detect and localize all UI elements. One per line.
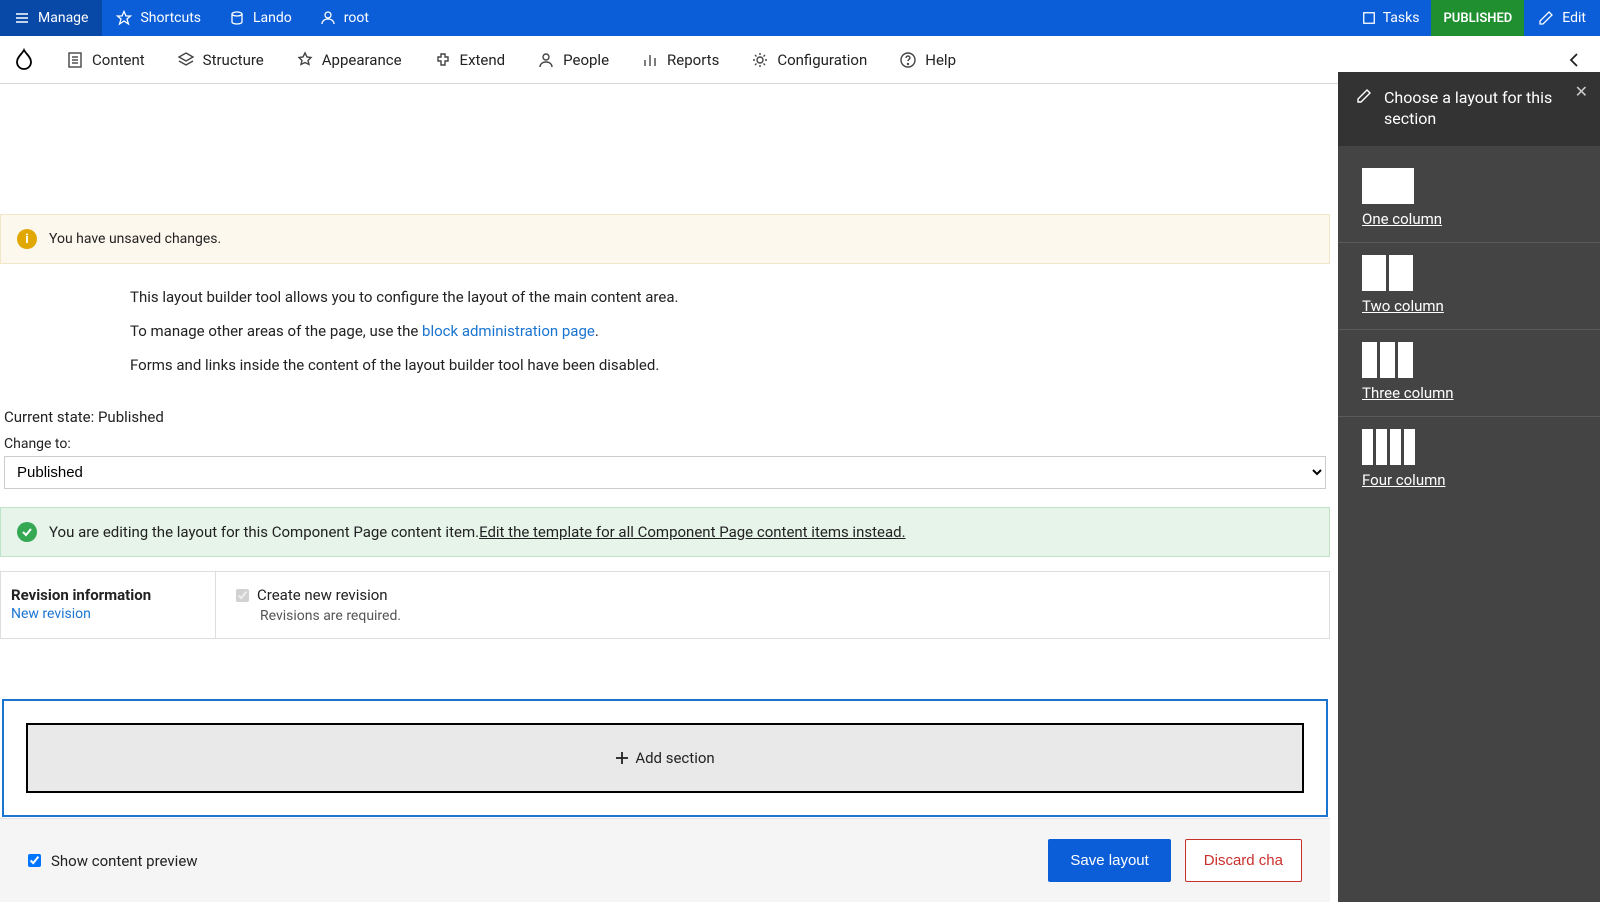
block-admin-link[interactable]: block administration page <box>422 322 595 340</box>
puzzle-icon <box>434 51 452 69</box>
footer-actions: Show content preview Save layout Discard… <box>0 818 1330 902</box>
tasks-link[interactable]: Tasks <box>1349 10 1432 26</box>
edit-template-link[interactable]: Edit the template for all Component Page… <box>479 523 905 541</box>
lando-label: Lando <box>253 10 292 26</box>
tasks-label: Tasks <box>1383 10 1420 26</box>
moderation-state: Current state: Published Change to: Publ… <box>0 402 1330 489</box>
drupal-logo-icon <box>12 48 36 72</box>
layout-sidebar: Choose a layout for this section ✕ One c… <box>1338 72 1600 902</box>
create-revision-checkbox[interactable]: Create new revision <box>236 586 1309 604</box>
nav-people[interactable]: People <box>523 36 623 83</box>
info-icon: i <box>17 229 37 249</box>
pencil-icon <box>1356 88 1372 104</box>
new-revision-link[interactable]: New revision <box>11 606 205 622</box>
unsaved-warning: i You have unsaved changes. <box>0 214 1330 264</box>
shortcuts-label: Shortcuts <box>140 10 201 26</box>
database-icon <box>229 10 245 26</box>
layout-builder-region: Add section <box>2 699 1328 817</box>
change-to-label: Change to: <box>4 436 1326 452</box>
layout-option-one-column[interactable]: One column <box>1338 156 1600 243</box>
lando-link[interactable]: Lando <box>215 0 306 36</box>
revision-info: Revision information New revision Create… <box>0 571 1330 639</box>
save-layout-button[interactable]: Save layout <box>1048 839 1170 882</box>
user-icon <box>320 10 336 26</box>
three-column-thumb <box>1362 342 1576 378</box>
two-column-thumb <box>1362 255 1576 291</box>
current-state-value: Published <box>98 408 164 426</box>
revision-title: Revision information <box>11 586 151 604</box>
four-column-thumb <box>1362 429 1576 465</box>
main-content: i You have unsaved changes. This layout … <box>0 84 1330 817</box>
state-select[interactable]: Published <box>4 456 1326 489</box>
star-icon <box>116 10 132 26</box>
hamburger-icon <box>14 10 30 26</box>
unsaved-text: You have unsaved changes. <box>49 231 221 247</box>
user-label: root <box>344 10 369 26</box>
layout-option-four-column[interactable]: Four column <box>1338 417 1600 503</box>
revision-note: Revisions are required. <box>260 608 1309 624</box>
manage-toggle[interactable]: Manage <box>0 0 102 36</box>
nav-reports[interactable]: Reports <box>627 36 733 83</box>
tasks-icon <box>1361 10 1377 26</box>
help-icon <box>899 51 917 69</box>
published-badge: PUBLISHED <box>1431 0 1524 36</box>
content-preview-checkbox[interactable] <box>28 854 41 867</box>
plus-icon <box>615 751 629 765</box>
editing-notice: You are editing the layout for this Comp… <box>0 507 1330 557</box>
manage-label: Manage <box>38 10 88 26</box>
add-section-button[interactable]: Add section <box>26 723 1304 793</box>
appearance-icon <box>296 51 314 69</box>
layout-option-two-column[interactable]: Two column <box>1338 243 1600 330</box>
nav-content[interactable]: Content <box>52 36 159 83</box>
nav-configuration[interactable]: Configuration <box>737 36 881 83</box>
gear-icon <box>751 51 769 69</box>
shortcuts-link[interactable]: Shortcuts <box>102 0 215 36</box>
sidebar-title: Choose a layout for this section <box>1384 88 1582 130</box>
nav-appearance[interactable]: Appearance <box>282 36 416 83</box>
edit-label: Edit <box>1562 10 1586 26</box>
user-link[interactable]: root <box>306 0 383 36</box>
one-column-thumb <box>1362 168 1576 204</box>
content-preview-label: Show content preview <box>51 852 198 870</box>
nav-help[interactable]: Help <box>885 36 970 83</box>
top-toolbar: Manage Shortcuts Lando root Tasks <box>0 0 1600 36</box>
pencil-icon <box>1538 10 1554 26</box>
people-icon <box>537 51 555 69</box>
document-icon <box>66 51 84 69</box>
layout-option-three-column[interactable]: Three column <box>1338 330 1600 417</box>
layers-icon <box>177 51 195 69</box>
chart-icon <box>641 51 659 69</box>
discard-changes-button[interactable]: Discard cha <box>1185 839 1302 882</box>
nav-extend[interactable]: Extend <box>420 36 520 83</box>
check-icon <box>17 522 37 542</box>
nav-structure[interactable]: Structure <box>163 36 278 83</box>
edit-link[interactable]: Edit <box>1524 0 1600 36</box>
close-icon[interactable]: ✕ <box>1575 82 1588 101</box>
back-arrow-icon[interactable] <box>1566 51 1584 69</box>
intro-text: This layout builder tool allows you to c… <box>0 264 1330 402</box>
